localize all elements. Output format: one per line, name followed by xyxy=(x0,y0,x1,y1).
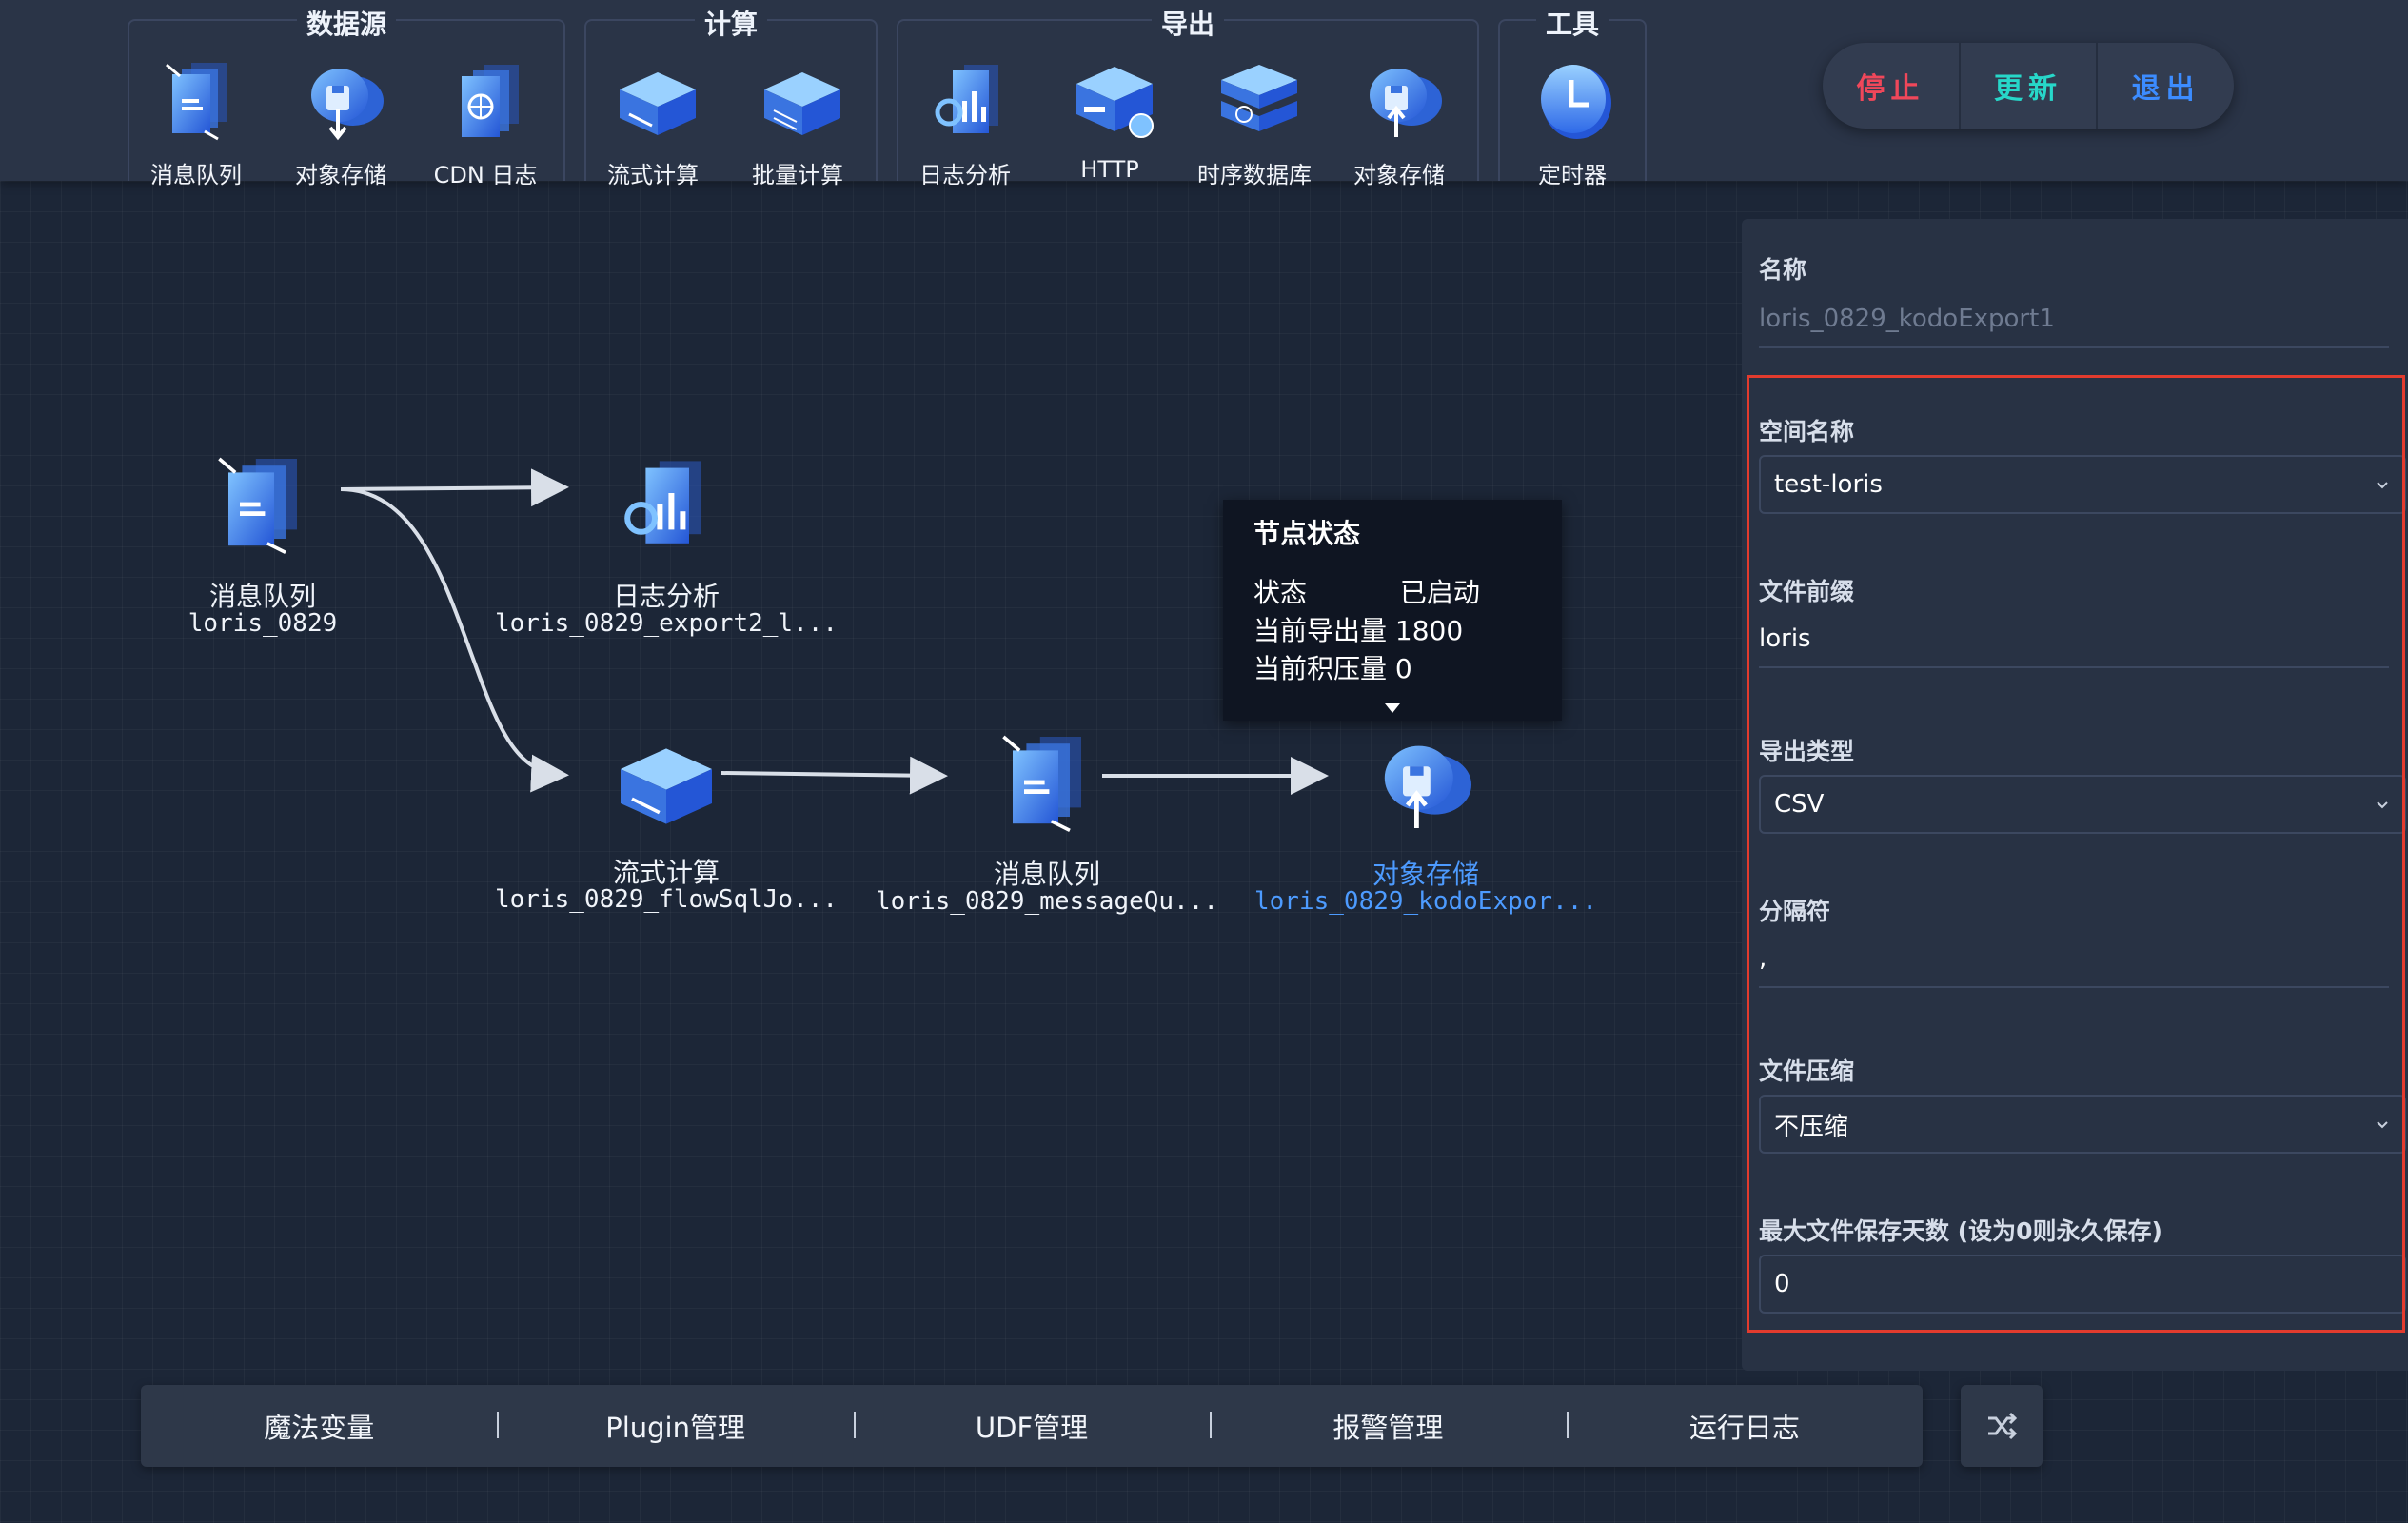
caret-down-icon xyxy=(1385,703,1400,713)
shuffle-icon xyxy=(1988,1412,2018,1440)
node-type-label: 消息队列 xyxy=(208,581,316,612)
log-analysis-icon xyxy=(624,461,701,544)
export-type-select[interactable]: CSV xyxy=(1759,775,2406,834)
message-queue-icon xyxy=(218,457,297,555)
udf-management-button[interactable]: UDF管理 xyxy=(853,1406,1210,1446)
prefix-label: 文件前缀 xyxy=(1759,578,1855,605)
alert-management-button[interactable]: 报警管理 xyxy=(1210,1406,1566,1446)
message-queue-icon xyxy=(1002,735,1081,833)
tooltip-title: 节点状态 xyxy=(1253,518,1361,549)
name-label: 名称 xyxy=(1759,256,1807,284)
cloud-storage-icon xyxy=(1384,745,1471,828)
node-status-tooltip: 节点状态 状态 已启动 当前导出量 1800 当前积压量 0 xyxy=(1223,500,1562,721)
tooltip-backlog-value: 0 xyxy=(1394,653,1412,684)
node-log-analysis[interactable]: 日志分析 loris_0829_export2_l... xyxy=(495,447,838,647)
node-config-panel: 名称 loris_0829_kodoExport1 空间名称 test-lori… xyxy=(1742,219,2408,1371)
bottom-menu-bar: 魔法变量 Plugin管理 UDF管理 报警管理 运行日志 xyxy=(141,1385,1923,1467)
node-name-label: loris_0829_flowSqlJo... xyxy=(495,885,839,914)
node-message-queue-source[interactable]: 消息队列 loris_0829 xyxy=(91,447,434,647)
compress-select[interactable]: 不压缩 xyxy=(1759,1095,2406,1154)
prefix-field[interactable]: loris xyxy=(1759,624,2389,668)
node-name-label: loris_0829 xyxy=(188,609,338,638)
plugin-management-button[interactable]: Plugin管理 xyxy=(497,1406,853,1446)
chevron-down-icon xyxy=(2377,1121,2388,1129)
node-type-label: 日志分析 xyxy=(612,581,720,612)
node-type-label: 对象存储 xyxy=(1372,859,1479,890)
stream-compute-icon xyxy=(621,748,712,824)
node-type-label: 消息队列 xyxy=(993,859,1100,890)
run-log-button[interactable]: 运行日志 xyxy=(1566,1406,1923,1446)
magic-variables-button[interactable]: 魔法变量 xyxy=(141,1406,497,1446)
delimiter-field[interactable]: , xyxy=(1759,944,2389,988)
export-type-select-value: CSV xyxy=(1774,790,1825,819)
node-name-label: loris_0829_export2_l... xyxy=(495,609,839,638)
compress-label: 文件压缩 xyxy=(1759,1058,1855,1085)
stop-button[interactable]: 停止 xyxy=(1823,43,1959,129)
bucket-select-value: test-loris xyxy=(1774,470,1883,499)
retention-label: 最大文件保存天数 (设为0则永久保存) xyxy=(1759,1217,2162,1245)
tooltip-status-label: 状态 xyxy=(1253,577,1308,608)
tooltip-export-value: 1800 xyxy=(1394,615,1464,646)
tooltip-export-label: 当前导出量 xyxy=(1253,615,1388,646)
delimiter-label: 分隔符 xyxy=(1759,898,1831,925)
retention-input[interactable]: 0 xyxy=(1759,1255,2406,1314)
node-stream-compute[interactable]: 流式计算 loris_0829_flowSqlJo... xyxy=(495,723,838,923)
bucket-select[interactable]: test-loris xyxy=(1759,455,2406,514)
chevron-down-icon xyxy=(2377,801,2388,809)
node-name-label: loris_0829_kodoExpor... xyxy=(1254,887,1598,916)
update-button[interactable]: 更新 xyxy=(1958,43,2097,129)
tooltip-status-value: 已启动 xyxy=(1399,577,1480,608)
auto-layout-button[interactable] xyxy=(1961,1385,2043,1467)
name-field: loris_0829_kodoExport1 xyxy=(1759,305,2389,348)
chevron-down-icon xyxy=(2377,482,2388,489)
export-type-label: 导出类型 xyxy=(1759,738,1855,765)
control-buttons: 停止 更新 退出 xyxy=(1823,43,2234,129)
tooltip-row-export: 当前导出量 1800 xyxy=(1253,612,1531,650)
node-type-label: 流式计算 xyxy=(612,857,720,888)
exit-button[interactable]: 退出 xyxy=(2096,43,2234,129)
node-name-label: loris_0829_messageQu... xyxy=(876,887,1219,916)
tooltip-backlog-label: 当前积压量 xyxy=(1253,653,1388,684)
bucket-label: 空间名称 xyxy=(1759,418,1855,445)
compress-select-value: 不压缩 xyxy=(1774,1112,1849,1141)
node-message-queue-mid[interactable]: 消息队列 loris_0829_messageQu... xyxy=(876,725,1218,925)
tooltip-row-status: 状态 已启动 xyxy=(1253,574,1531,612)
node-object-storage-export[interactable]: 对象存储 loris_0829_kodoExpor... xyxy=(1254,725,1597,925)
tooltip-row-backlog: 当前积压量 0 xyxy=(1253,650,1531,688)
